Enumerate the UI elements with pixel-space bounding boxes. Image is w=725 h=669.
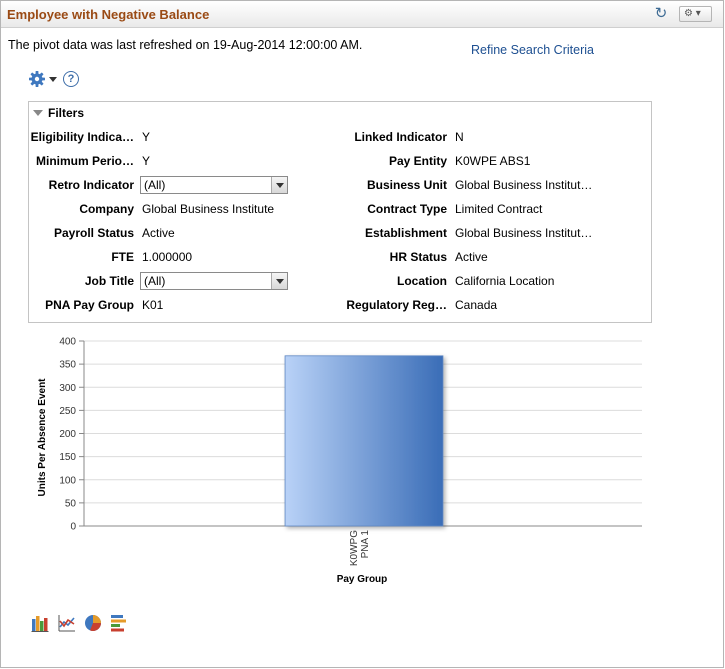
refresh-icon[interactable]: ↻	[652, 5, 670, 23]
filter-value: Canada	[455, 298, 498, 312]
filter-value: Limited Contract	[455, 202, 543, 216]
chart-area: 0 50 100 150 200 250 300 350 400 K0WPG PNA 1 Pay Gr…	[0, 330, 724, 600]
filter-label: Retro Indicator	[48, 178, 134, 192]
filter-label: Linked Indicator	[354, 130, 447, 144]
y-tick-label: 250	[59, 406, 76, 417]
filter-label: Eligibility Indica…	[30, 130, 134, 144]
filter-label: FTE	[111, 250, 134, 264]
filter-value: Global Business Institut…	[455, 178, 593, 192]
filter-row: PNA Pay Group K01 Regulatory Reg… Canada	[29, 295, 649, 315]
filter-label: Company	[79, 202, 134, 216]
filter-select-value: (All)	[144, 274, 166, 288]
filter-select[interactable]: (All)	[140, 272, 288, 290]
y-tick-label: 150	[59, 452, 76, 463]
y-tick-label: 200	[59, 429, 76, 440]
help-icon[interactable]: ?	[63, 71, 79, 87]
y-tick-label: 50	[65, 498, 77, 509]
options-menu-button[interactable]	[28, 70, 60, 88]
filter-row: Minimum Perio… Y Pay Entity K0WPE ABS1	[29, 151, 649, 171]
filter-value: Active	[142, 226, 175, 240]
pie-chart-icon[interactable]	[84, 614, 102, 632]
chevron-down-icon	[271, 273, 287, 289]
filter-value: 1.000000	[142, 250, 193, 264]
filter-label: PNA Pay Group	[45, 298, 134, 312]
refresh-note: The pivot data was last refreshed on 19-…	[8, 38, 363, 52]
filter-value: Global Business Institute	[142, 202, 275, 216]
filters-toggle[interactable]: Filters	[33, 106, 84, 120]
y-tick-label: 100	[59, 475, 76, 486]
x-tick-label: PNA 1	[360, 530, 371, 559]
filters-title: Filters	[48, 106, 85, 120]
filter-label: Pay Entity	[388, 154, 447, 168]
gear-icon	[29, 71, 45, 87]
chevron-down-icon: ▾	[695, 8, 701, 19]
filter-label: Establishment	[364, 226, 447, 240]
filter-label: Location	[397, 274, 447, 288]
filter-row: FTE 1.000000 HR Status Active	[29, 247, 649, 267]
x-axis-title: Pay Group	[337, 574, 388, 585]
collapse-triangle-icon	[33, 110, 43, 116]
filter-row: Payroll Status Active Establishment Global …	[29, 223, 649, 243]
filter-row: Eligibility Indica… Y Linked Indicator N	[29, 127, 649, 147]
filter-label: Contract Type	[367, 202, 447, 216]
filter-row: Company Global Business Institute Contract…	[29, 199, 649, 219]
bar-chart-icon[interactable]	[31, 614, 49, 632]
filter-value: K01	[142, 298, 164, 312]
line-chart-icon[interactable]	[58, 614, 76, 632]
chevron-down-icon	[49, 77, 57, 82]
filter-value: K0WPE ABS1	[455, 154, 531, 168]
y-tick-label: 400	[59, 337, 76, 348]
y-tick-label: 300	[59, 383, 76, 394]
y-axis-title: Units Per Absence Event	[37, 378, 48, 497]
filter-label: Business Unit	[366, 178, 447, 192]
filter-label: Payroll Status	[53, 226, 134, 240]
filter-select[interactable]: (All)	[140, 176, 288, 194]
y-tick-label: 0	[70, 522, 76, 533]
filter-select-value: (All)	[144, 178, 166, 192]
filter-label: Minimum Perio…	[35, 154, 134, 168]
pagelet-title: Employee with Negative Balance	[7, 7, 210, 22]
gear-icon: ⚙	[684, 8, 693, 19]
filter-label: Regulatory Reg…	[346, 298, 447, 312]
bar-chart: 0 50 100 150 200 250 300 350 400 K0WPG PNA 1 Pay Gr…	[37, 337, 642, 585]
x-tick-label: K0WPG	[349, 530, 360, 566]
filter-value: Active	[455, 250, 488, 264]
y-tick-label: 350	[59, 360, 76, 371]
pagelet-header: Employee with Negative Balance ↻ ⚙ ▾	[1, 1, 723, 28]
filter-row: Job Title (All) Location California Locatio…	[29, 271, 649, 291]
filter-label: Job Title	[84, 274, 134, 288]
filter-row: Retro Indicator (All) Business Unit Global …	[29, 175, 649, 195]
refine-search-link[interactable]: Refine Search Criteria	[471, 43, 594, 57]
filters-panel: Filters Eligibility Indica… Y Linked Indic…	[28, 101, 652, 323]
filter-value: Y	[142, 130, 151, 144]
filter-label: HR Status	[389, 250, 447, 264]
filter-value: Global Business Institut…	[455, 226, 593, 240]
chevron-down-icon	[271, 177, 287, 193]
filter-value: N	[455, 130, 464, 144]
bar[interactable]	[284, 355, 444, 527]
filter-value: California Location	[455, 274, 555, 288]
horizontal-bar-chart-icon[interactable]	[110, 614, 128, 632]
pagelet-options-button[interactable]: ⚙ ▾	[679, 6, 712, 22]
filter-value: Y	[142, 154, 151, 168]
